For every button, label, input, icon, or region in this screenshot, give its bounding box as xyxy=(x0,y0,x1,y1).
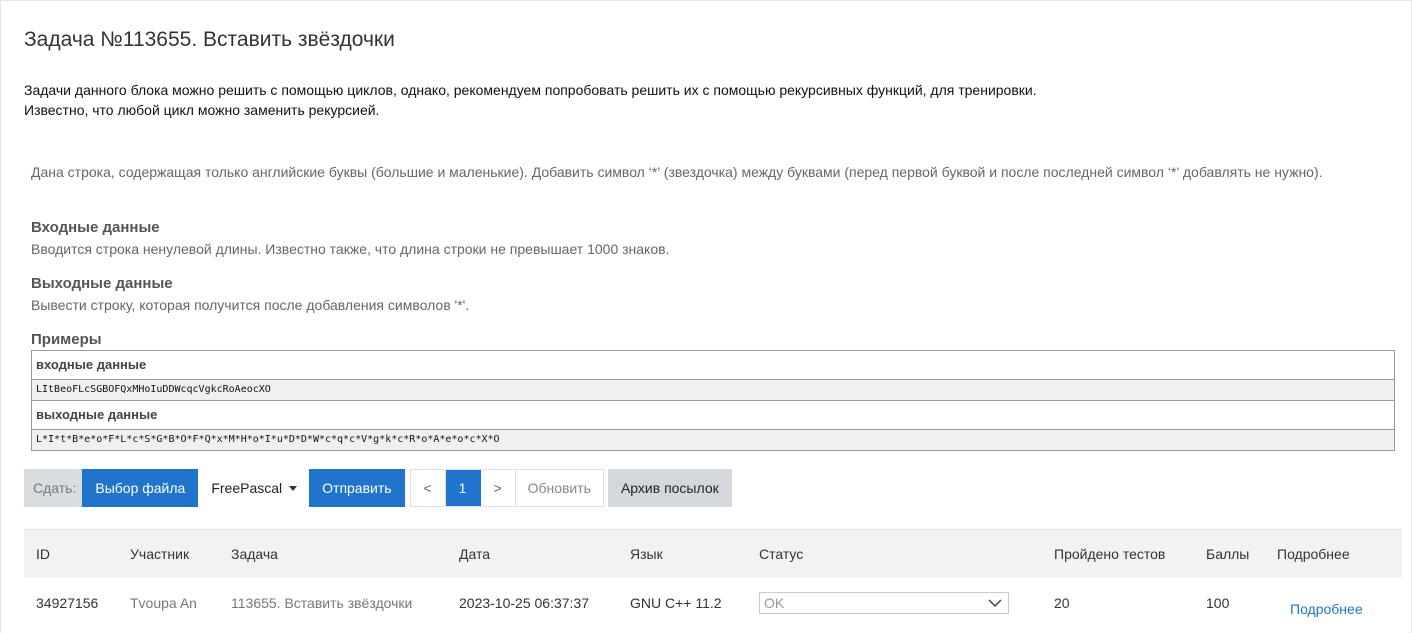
language-select[interactable]: FreePascal xyxy=(198,469,310,507)
prev-page-button[interactable]: < xyxy=(410,470,446,506)
row-task: 113655. Вставить звёздочки xyxy=(231,595,413,611)
status-select[interactable]: OK xyxy=(759,592,1009,614)
caret-down-icon xyxy=(289,485,298,491)
pagination: < 1 > Обновить xyxy=(409,469,604,507)
examples-heading: Примеры xyxy=(31,331,102,348)
submissions-archive-button[interactable]: Архив посылок xyxy=(607,469,732,507)
table-row: 34927156 Tvoupa An 113655. Вставить звёз… xyxy=(24,578,1402,628)
refresh-button[interactable]: Обновить xyxy=(515,470,603,506)
header-tests: Пройдено тестов xyxy=(1054,546,1166,562)
block-intro: Задачи данного блока можно решить с помо… xyxy=(24,80,1324,120)
row-details-link[interactable]: Подробнее xyxy=(1290,584,1363,634)
header-id: ID xyxy=(36,546,50,562)
chevron-down-icon xyxy=(988,599,1002,608)
row-score: 100 xyxy=(1206,595,1230,611)
submissions-table: ID Участник Задача Дата Язык Статус Прой… xyxy=(24,529,1402,628)
submit-toolbar: Сдать: Выбор файла FreePascal Отправить … xyxy=(24,469,732,507)
header-task: Задача xyxy=(231,546,278,562)
header-language: Язык xyxy=(630,546,663,562)
output-description: Вывести строку, которая получится после … xyxy=(31,297,470,313)
page-1-button[interactable]: 1 xyxy=(445,470,481,506)
intro-line-2: Известно, что любой цикл можно заменить … xyxy=(24,102,380,118)
table-header: ID Участник Задача Дата Язык Статус Прой… xyxy=(24,529,1402,578)
status-select-value: OK xyxy=(764,595,785,611)
choose-file-button[interactable]: Выбор файла xyxy=(82,469,199,507)
row-id: 34927156 xyxy=(36,595,99,611)
input-description: Вводится строка ненулевой длины. Известн… xyxy=(31,241,670,257)
input-heading: Входные данные xyxy=(31,219,160,236)
send-button[interactable]: Отправить xyxy=(309,469,405,507)
language-select-value: FreePascal xyxy=(211,480,283,496)
header-participant: Участник xyxy=(130,546,190,562)
example-output-value: L*I*t*B*e*o*F*L*c*S*G*B*O*F*Q*x*M*H*o*I*… xyxy=(32,430,1394,450)
page-title: Задача №113655. Вставить звёздочки xyxy=(24,28,395,51)
header-status: Статус xyxy=(759,546,804,562)
header-score: Баллы xyxy=(1206,546,1250,562)
row-date: 2023-10-25 06:37:37 xyxy=(459,595,589,611)
row-language: GNU C++ 11.2 xyxy=(630,595,722,611)
submit-label: Сдать: xyxy=(24,469,83,507)
next-page-button[interactable]: > xyxy=(480,470,516,506)
intro-line-1: Задачи данного блока можно решить с помо… xyxy=(24,82,1037,98)
header-details: Подробнее xyxy=(1277,546,1350,562)
example-output-label: выходные данные xyxy=(32,401,1394,430)
output-heading: Выходные данные xyxy=(31,275,173,292)
problem-statement: Дана строка, содержащая только английски… xyxy=(31,164,1323,180)
row-participant: Tvoupa An xyxy=(130,595,197,611)
header-date: Дата xyxy=(459,546,491,562)
row-status: OK xyxy=(759,578,1009,628)
example-input-label: входные данные xyxy=(32,351,1394,380)
example-input-value: LItBeoFLcSGBOFQxMHoIuDDWcqcVgkcRoAeocXO xyxy=(32,380,1394,401)
row-tests: 20 xyxy=(1054,595,1070,611)
examples-table: входные данные LItBeoFLcSGBOFQxMHoIuDDWc… xyxy=(31,350,1395,451)
